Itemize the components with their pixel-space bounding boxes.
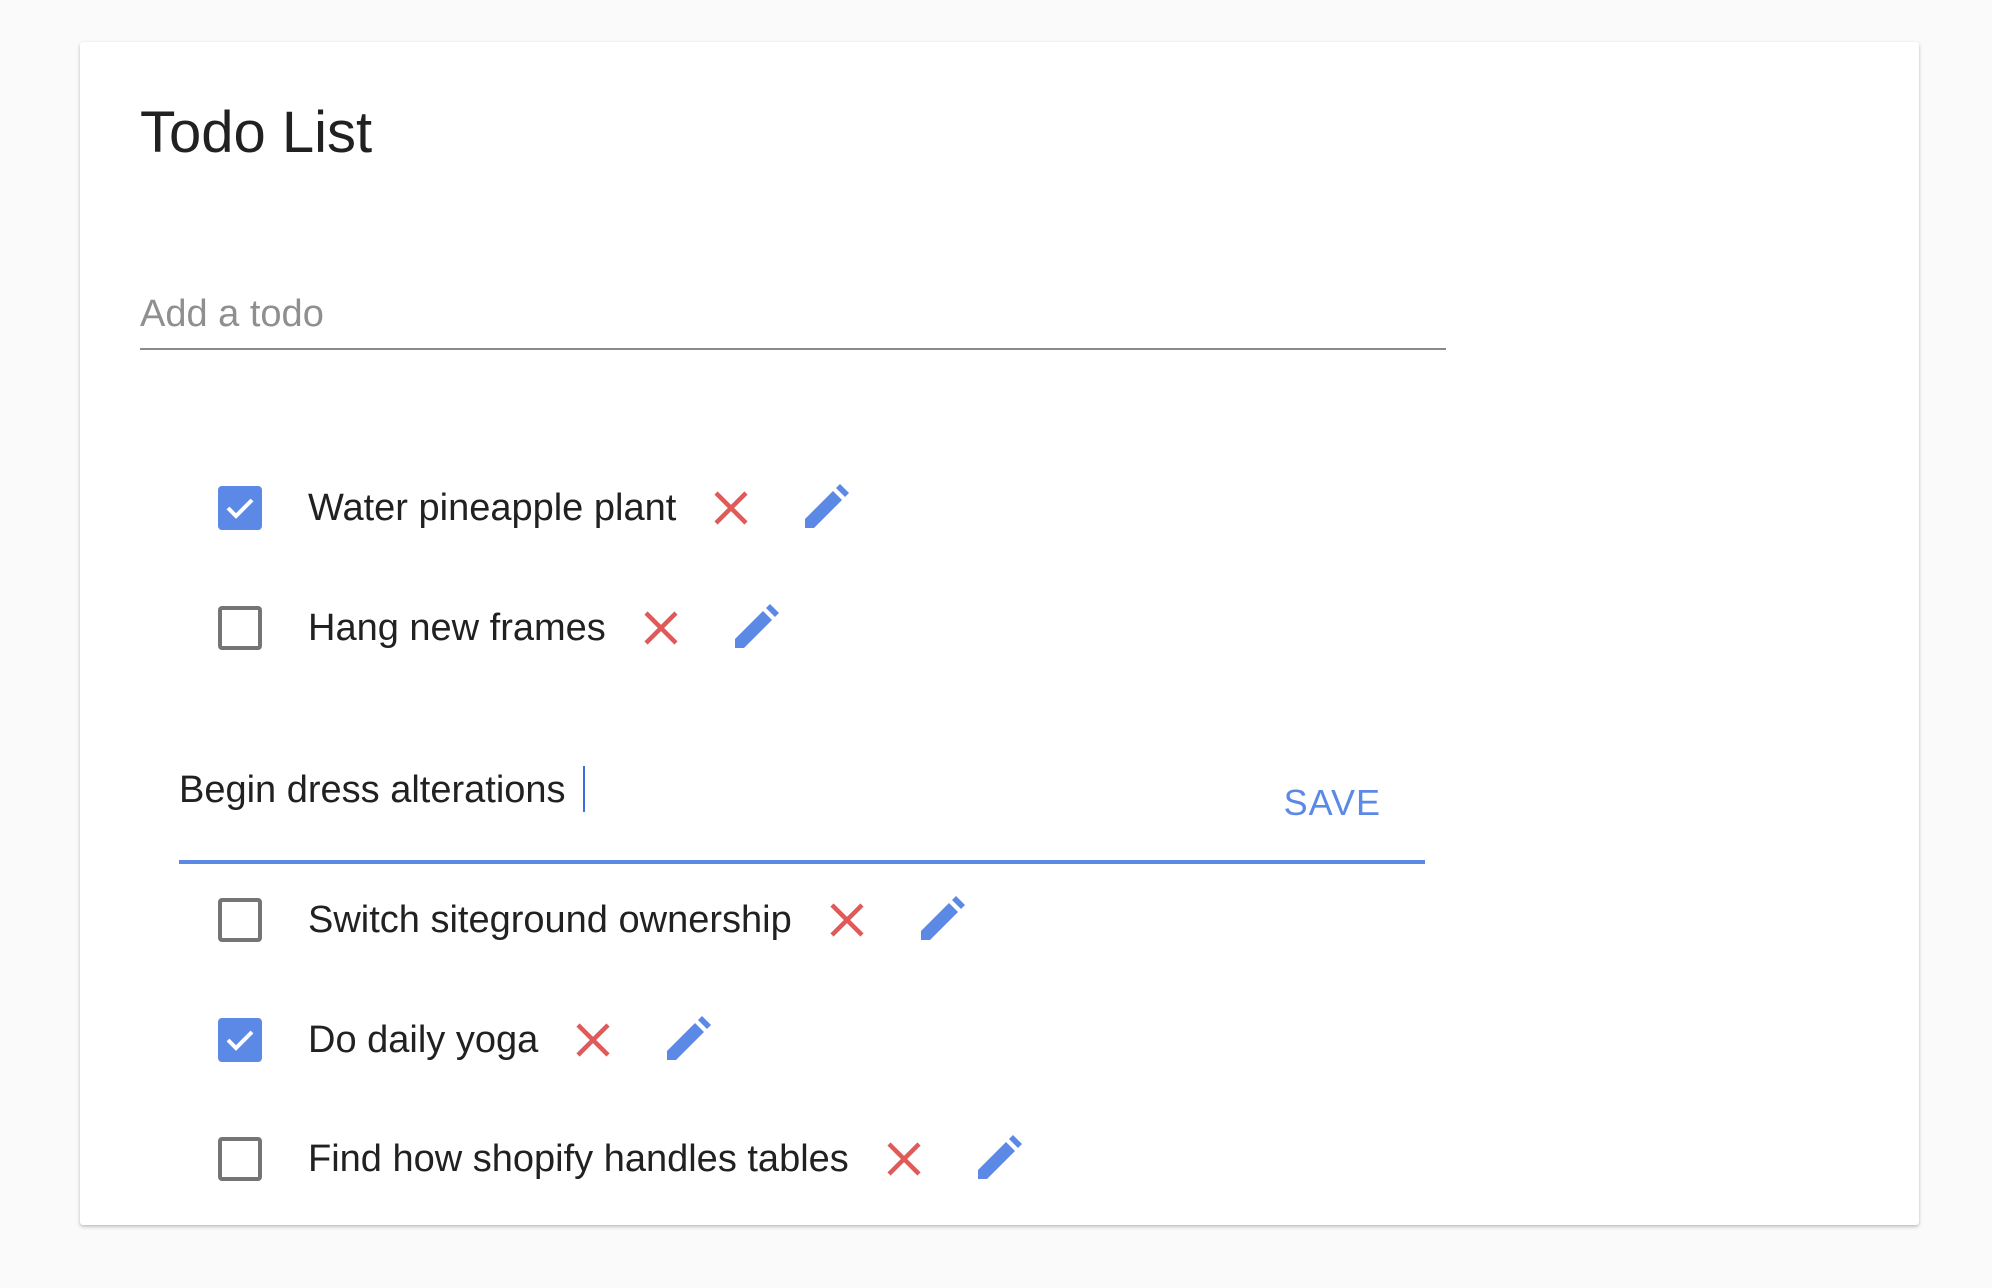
page-title: Todo List [140, 100, 373, 165]
todo-checkbox[interactable] [218, 486, 262, 530]
delete-button[interactable] [572, 1019, 614, 1061]
delete-button[interactable] [640, 607, 682, 649]
todo-item: Find how shopify handles tables [218, 1127, 1023, 1191]
edit-button[interactable] [730, 603, 780, 653]
pencil-icon [805, 484, 850, 528]
todo-checkbox[interactable] [218, 1018, 262, 1062]
delete-button[interactable] [826, 899, 868, 941]
todo-checkbox[interactable] [218, 606, 262, 650]
edit-todo-input[interactable] [179, 762, 1179, 818]
edit-button[interactable] [662, 1015, 712, 1065]
close-icon [576, 1023, 610, 1057]
todo-item: Hang new frames [218, 596, 780, 660]
todo-label: Hang new frames [308, 606, 606, 649]
todo-label: Find how shopify handles tables [308, 1137, 849, 1180]
pencil-icon [734, 604, 779, 648]
todo-label: Water pineapple plant [308, 486, 677, 529]
edit-button[interactable] [916, 895, 966, 945]
close-icon [887, 1142, 921, 1176]
add-todo-input[interactable] [140, 284, 1446, 344]
todo-card: Todo List Water pineapple plant [80, 42, 1919, 1225]
add-todo-field [140, 274, 1446, 350]
delete-button[interactable] [710, 487, 752, 529]
todo-label: Do daily yoga [308, 1018, 539, 1061]
pencil-icon [977, 1135, 1022, 1179]
text-caret [583, 766, 585, 812]
checkmark-icon [226, 1030, 254, 1051]
edit-button[interactable] [973, 1134, 1023, 1184]
todo-label: Switch siteground ownership [308, 898, 792, 941]
todo-item: Do daily yoga [218, 1008, 712, 1072]
close-icon [644, 611, 678, 645]
pencil-icon [667, 1016, 712, 1060]
edit-todo-row: SAVE [179, 742, 1425, 864]
checkmark-icon [226, 498, 254, 519]
delete-button[interactable] [883, 1138, 925, 1180]
pencil-icon [920, 896, 965, 940]
edit-button[interactable] [800, 483, 850, 533]
todo-checkbox[interactable] [218, 898, 262, 942]
todo-item: Water pineapple plant [218, 476, 850, 540]
todo-item: Switch siteground ownership [218, 888, 966, 952]
close-icon [830, 903, 864, 937]
todo-checkbox[interactable] [218, 1137, 262, 1181]
save-button[interactable]: SAVE [1284, 782, 1381, 824]
close-icon [714, 491, 748, 525]
